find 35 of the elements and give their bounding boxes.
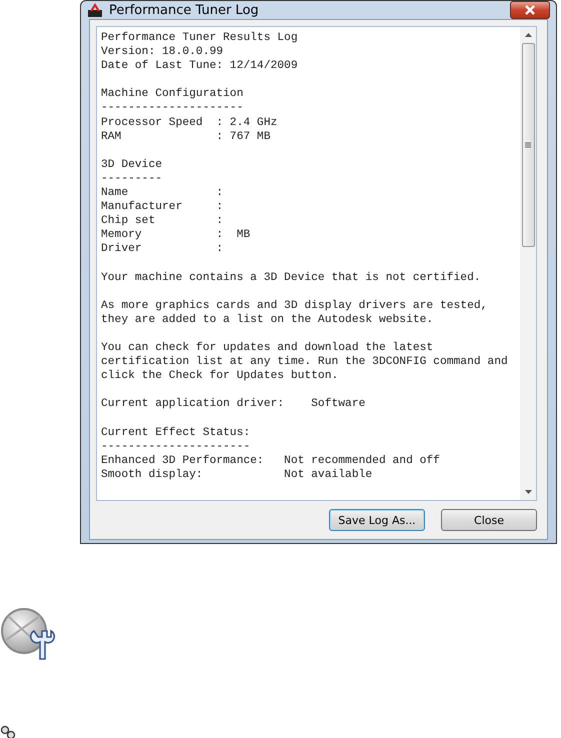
- log-line: Smooth display: Not available: [101, 468, 374, 482]
- log-line: ---------: [101, 172, 164, 186]
- log-line: Performance Tuner Results Log: [101, 31, 299, 46]
- log-line: Enhanced 3D Performance: Not recommended and off: [101, 454, 441, 468]
- log-line: Processor Speed : 2.4 GHz: [101, 116, 278, 130]
- log-line: Chip set :: [101, 214, 224, 228]
- log-line: click the Check for Updates button.: [101, 369, 340, 384]
- log-line: Driver :: [101, 242, 224, 256]
- log-line: Version: 18.0.0.99: [101, 45, 224, 60]
- log-line: Machine Configuration: [101, 87, 244, 102]
- log-line: 3D Device: [101, 158, 164, 172]
- save-log-button[interactable]: Save Log As...: [329, 509, 425, 532]
- log-line: Your machine contains a 3D Device that is not certified.: [101, 270, 482, 285]
- log-line: Name :: [101, 186, 224, 200]
- scroll-thumb[interactable]: [522, 43, 534, 247]
- app-logo-icon: [87, 2, 103, 18]
- close-icon[interactable]: [510, 1, 550, 19]
- log-line: ----------------------: [101, 440, 252, 454]
- close-button[interactable]: Close: [441, 509, 537, 532]
- log-line: they are added to a list on the Autodesk website.: [101, 312, 434, 327]
- log-line: You can check for updates and download the latest: [101, 341, 434, 356]
- scrollbar[interactable]: [520, 27, 536, 500]
- small-link-icon: [0, 725, 16, 738]
- scroll-down-icon[interactable]: [524, 490, 532, 494]
- scroll-up-icon[interactable]: [524, 33, 532, 37]
- log-line: Date of Last Tune: 12/14/2009: [101, 59, 299, 74]
- log-line: Memory : MB: [101, 228, 252, 242]
- log-line: certification list at any time. Run the 3DCONFIG command and: [101, 355, 509, 370]
- log-line: Manufacturer :: [101, 200, 224, 214]
- log-line: ---------------------: [101, 101, 244, 116]
- log-line: As more graphics cards and 3D display drivers are tested,: [101, 298, 488, 313]
- log-line: Current Effect Status:: [101, 426, 252, 440]
- window-title: Performance Tuner Log: [109, 2, 259, 18]
- log-line: RAM : 767 MB: [101, 130, 272, 144]
- log-line: Current application driver: Software: [101, 397, 366, 412]
